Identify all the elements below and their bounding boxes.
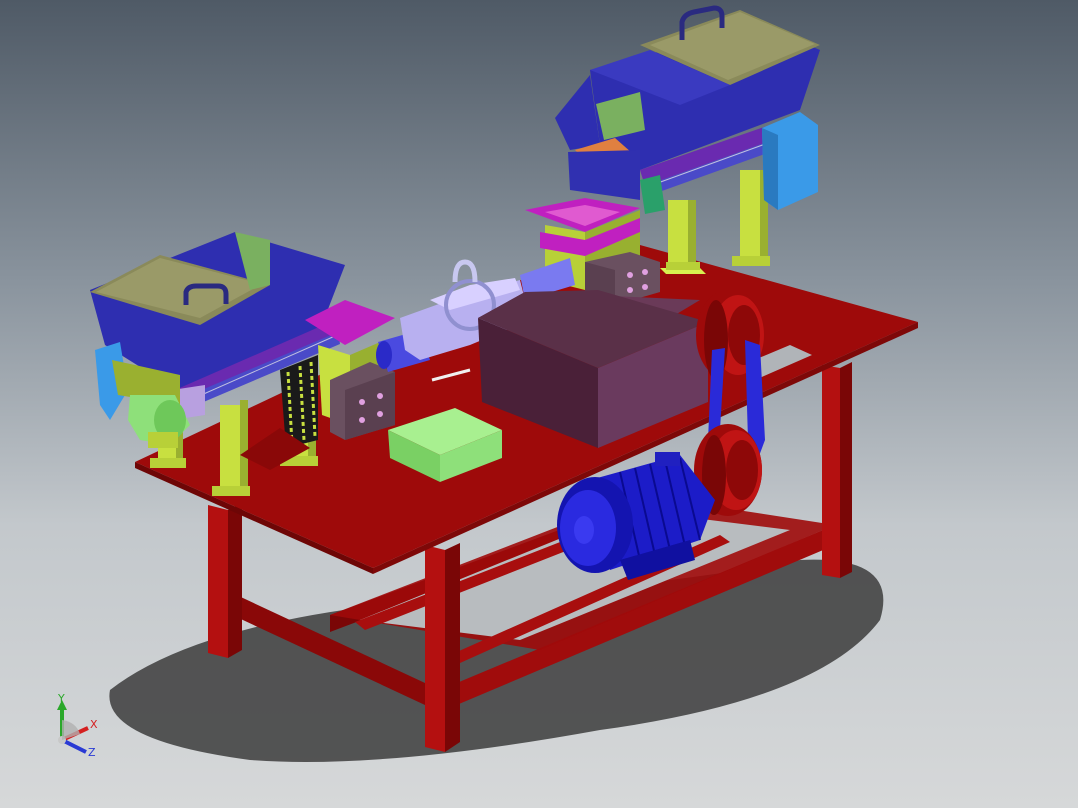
cad-viewport[interactable]: Y X Z bbox=[0, 0, 1078, 808]
motor-shaft-cap bbox=[574, 516, 594, 544]
y-axis-label: Y bbox=[57, 692, 65, 705]
motor-terminal-box bbox=[655, 452, 680, 466]
cad-model-scene: Y X Z bbox=[57, 5, 918, 762]
belt-guard-side bbox=[762, 128, 778, 210]
table-leg-back-right bbox=[822, 362, 852, 578]
table-leg-front-right bbox=[425, 543, 460, 752]
lifting-eye-icon bbox=[452, 259, 478, 283]
support-post bbox=[660, 200, 706, 274]
z-axis-arrow bbox=[61, 738, 87, 754]
triad-plane bbox=[62, 720, 80, 740]
z-axis-label: Z bbox=[88, 746, 96, 759]
chute-base bbox=[568, 150, 640, 200]
x-axis-label: X bbox=[90, 718, 98, 731]
coordinate-triad[interactable]: Y X Z bbox=[57, 692, 98, 759]
gear-base bbox=[148, 432, 178, 448]
barrel-end bbox=[376, 341, 392, 369]
right-feeder-assembly bbox=[525, 5, 820, 290]
table-leg-front-left bbox=[208, 503, 242, 658]
